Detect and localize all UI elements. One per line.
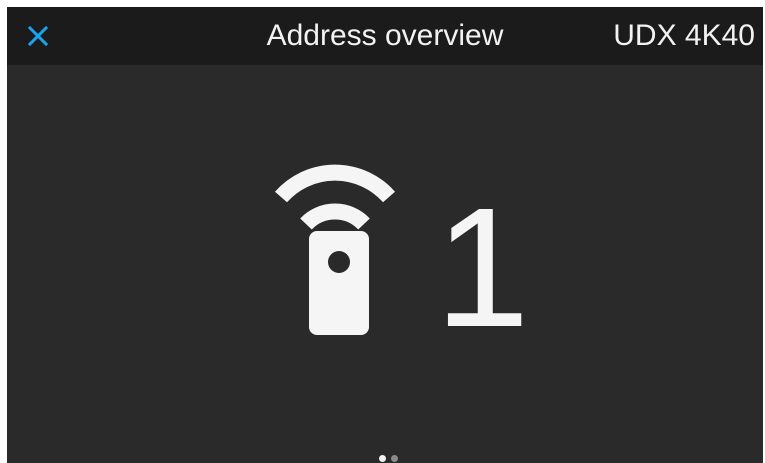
remote-control-wireless-icon [275, 164, 395, 335]
page-dot[interactable] [391, 455, 398, 462]
screen: Address overview UDX 4K40 1 [7, 7, 763, 463]
address-number: 1 [435, 173, 530, 363]
close-button[interactable] [21, 19, 55, 53]
page-dot-active[interactable] [379, 455, 386, 462]
header-bar: Address overview UDX 4K40 [7, 7, 763, 65]
device-name: UDX 4K40 [613, 19, 755, 52]
main-content: 1 [7, 65, 763, 463]
close-icon [27, 25, 49, 47]
page-indicator [379, 455, 398, 462]
